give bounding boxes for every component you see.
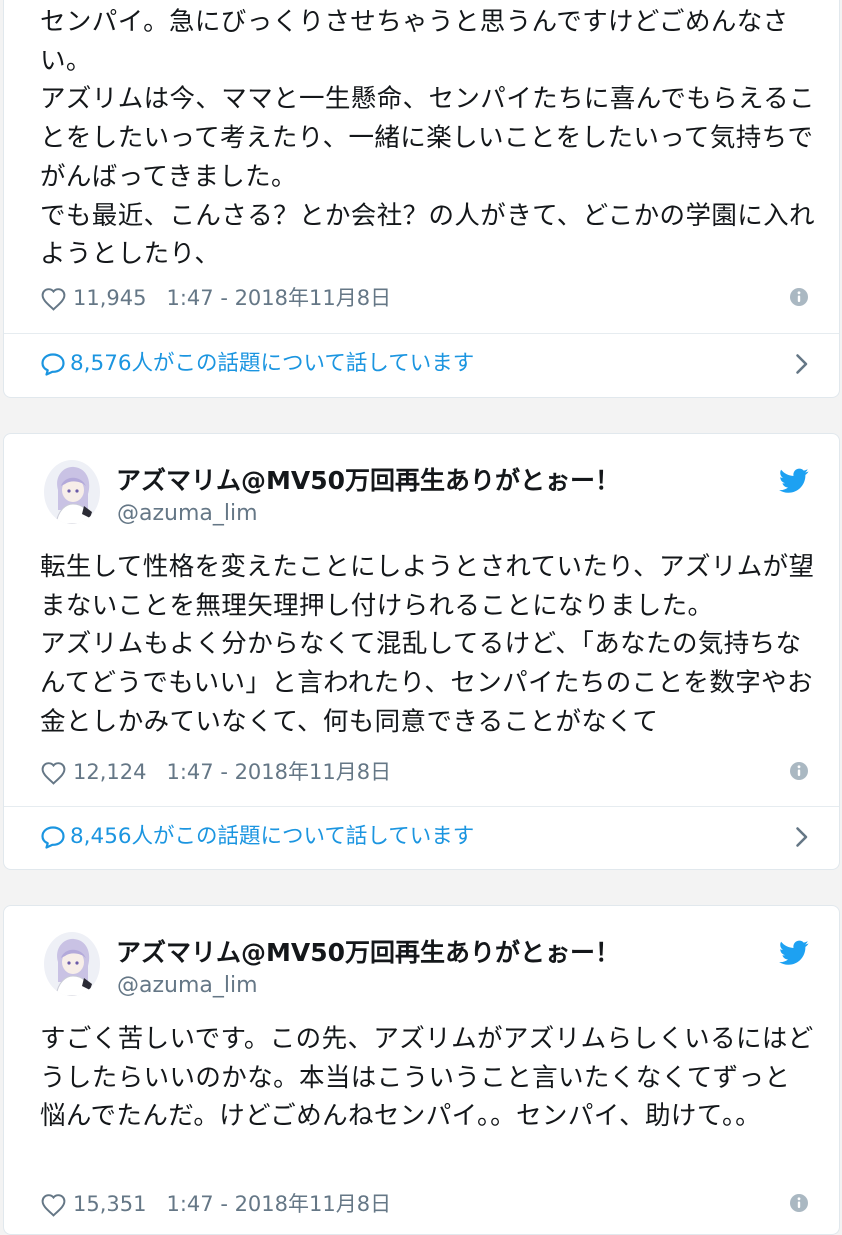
twitter-bird-icon[interactable]: [779, 940, 809, 966]
tweet-meta: 12,124 1:47 - 2018年11月8日: [40, 757, 809, 787]
tweet-meta: 15,351 1:47 - 2018年11月8日: [40, 1189, 809, 1219]
divider: [4, 333, 839, 334]
tweet-timestamp[interactable]: 1:47 - 2018年11月8日: [166, 286, 391, 310]
tweet-text: センパイ。急にびっくりさせちゃうと思うんですけどごめんなさい。 アズリムは今、マ…: [40, 7, 815, 270]
chevron-right-icon[interactable]: [795, 353, 809, 375]
conversation-count: 8,576人がこの話題について話しています: [70, 351, 475, 376]
tweet-timestamp[interactable]: 1:47 - 2018年11月8日: [166, 760, 391, 784]
tweet-header: アズマリム@MV50万回再生ありがとぉー！ @azuma_lim: [4, 906, 839, 998]
heart-icon[interactable]: [40, 1193, 67, 1217]
like-count: 11,945: [73, 286, 147, 310]
info-icon[interactable]: [789, 287, 809, 307]
tweet-text: 転生して性格を変えたことにしようとされていたり、アズリムが望まないことを無理矢理…: [40, 552, 815, 737]
avatar[interactable]: [44, 932, 100, 996]
tweet-header: アズマリム@MV50万回再生ありがとぉー！ @azuma_lim: [4, 434, 839, 526]
tweet-card[interactable]: アズマリム@MV50万回再生ありがとぉー！ @azuma_lim 転生して性格を…: [3, 433, 840, 870]
author-name[interactable]: アズマリム@MV50万回再生ありがとぉー！: [116, 464, 620, 498]
tweet-meta: 11,945 1:47 - 2018年11月8日: [40, 283, 809, 313]
heart-icon[interactable]: [40, 287, 67, 311]
info-icon[interactable]: [789, 1193, 809, 1213]
tweet-text: すごく苦しいです。この先、アズリムがアズリムらしくいるにはどうしたらいいのかな。…: [40, 1024, 814, 1132]
speech-bubble-icon: [40, 352, 66, 376]
speech-bubble-icon: [40, 825, 66, 849]
author-name[interactable]: アズマリム@MV50万回再生ありがとぉー！: [116, 936, 620, 970]
like-count: 12,124: [73, 760, 147, 784]
conversation-count: 8,456人がこの話題について話しています: [70, 824, 475, 849]
avatar[interactable]: [44, 460, 100, 524]
tweet-card[interactable]: センパイ。急にびっくりさせちゃうと思うんですけどごめんなさい。 アズリムは今、マ…: [3, 0, 840, 398]
divider: [4, 806, 839, 807]
info-icon[interactable]: [789, 761, 809, 781]
tweet-card[interactable]: アズマリム@MV50万回再生ありがとぉー！ @azuma_lim すごく苦しいで…: [3, 905, 840, 1235]
heart-icon[interactable]: [40, 761, 67, 785]
author-handle[interactable]: @azuma_lim: [117, 500, 258, 528]
twitter-bird-icon[interactable]: [779, 468, 809, 494]
conversation-link[interactable]: 8,456人がこの話題について話しています: [40, 822, 809, 852]
conversation-link[interactable]: 8,576人がこの話題について話しています: [40, 349, 809, 379]
chevron-right-icon[interactable]: [795, 826, 809, 848]
author-handle[interactable]: @azuma_lim: [117, 972, 258, 1000]
like-count: 15,351: [73, 1192, 147, 1216]
tweet-timestamp[interactable]: 1:47 - 2018年11月8日: [166, 1192, 391, 1216]
